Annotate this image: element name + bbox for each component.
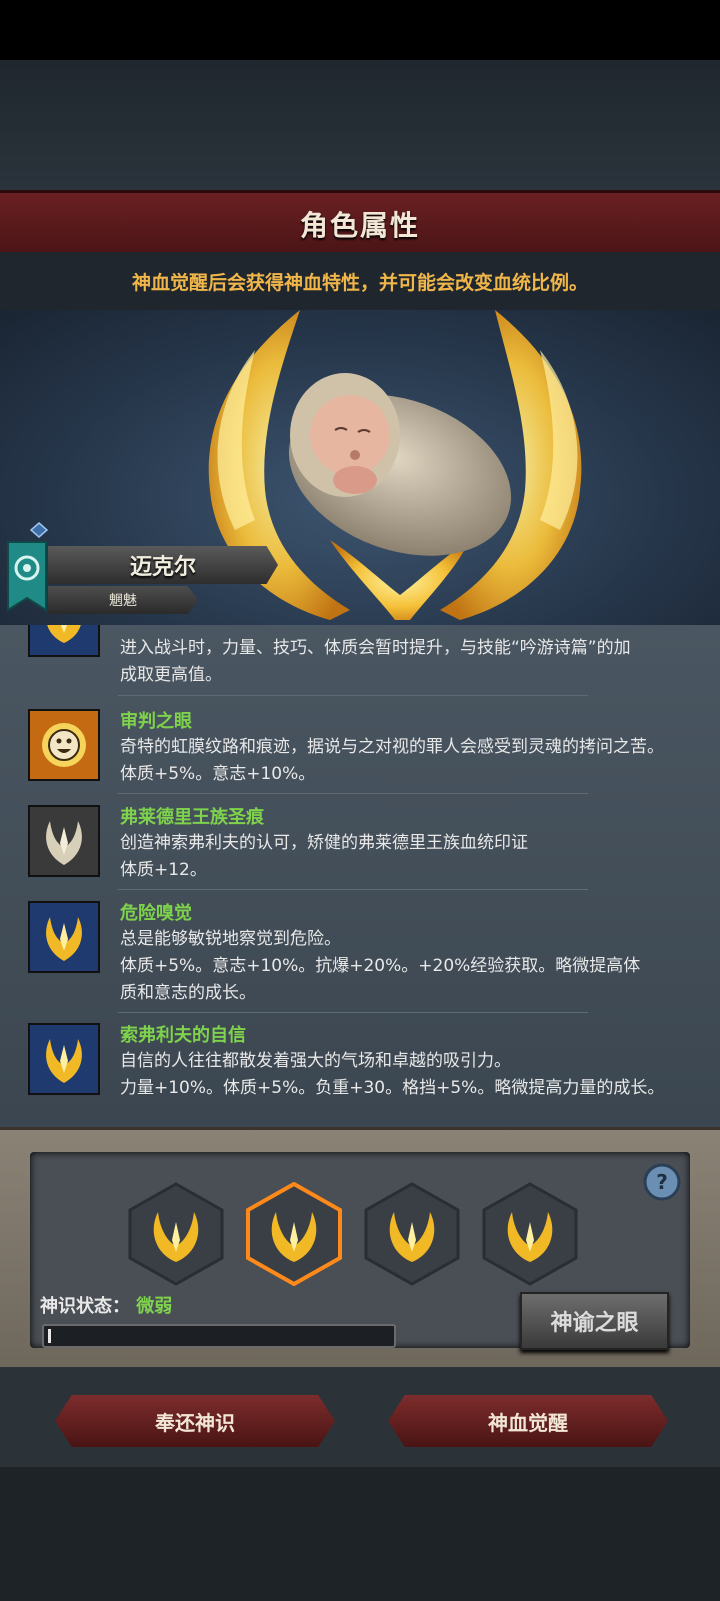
trait-desc: 总是能够敏锐地察觉到危险。 体质+5%。意志+10%。抗爆+20%。+20%经验… — [120, 929, 641, 1003]
return-divine-sense-button[interactable]: 奉还神识 — [55, 1395, 335, 1447]
trait-desc: 创造神索弗利夫的认可，矫健的弗莱德里王族血统印证 体质+12。 — [120, 833, 528, 880]
status-label: 神识状态： — [40, 1296, 130, 1317]
blood-awaken-button[interactable]: 神血觉醒 — [388, 1395, 668, 1447]
rank-icon — [30, 522, 48, 538]
divine-crest-icon — [28, 1023, 100, 1095]
trait-list[interactable]: 进入战斗时，力量、技巧、体质会暂时提升，与技能“吟游诗篇”的加 成取更高值。 审… — [0, 625, 720, 1127]
divider — [118, 889, 588, 890]
divine-slot-2[interactable] — [246, 1182, 342, 1286]
return-button-label: 奉还神识 — [155, 1410, 235, 1435]
divine-sense-progress-bar — [42, 1324, 396, 1348]
trait-desc: 奇特的虹膜纹路和痕迹，据说与之对视的罪人会感受到灵魂的拷问之苦。 体质+5%。意… — [120, 737, 664, 784]
divine-crest-icon — [28, 625, 100, 657]
divider — [118, 1012, 588, 1013]
stigmata-icon — [28, 805, 100, 877]
svg-text:?: ? — [656, 1170, 668, 1194]
page-subtitle: 神血觉醒后会获得神血特性，并可能会改变血统比例。 — [131, 271, 588, 294]
swaddled-baby-icon — [288, 373, 512, 556]
help-icon[interactable]: ? — [642, 1162, 682, 1202]
divine-slot-4[interactable] — [482, 1182, 578, 1286]
subtitle-bar: 神血觉醒后会获得神血特性，并可能会改变血统比例。 — [0, 252, 720, 310]
trait-name: 危险嗅觉 — [120, 903, 192, 924]
oracle-eye-label: 神谕之眼 — [550, 1311, 639, 1336]
trait-name: 弗莱德里王族圣痕 — [120, 807, 264, 828]
divine-slot-3[interactable] — [364, 1182, 460, 1286]
slot-panel: ? 神识状态： 微弱 神谕之眼 — [30, 1152, 690, 1350]
character-name-plate: 迈克尔 魍魅 — [0, 522, 280, 620]
divider — [118, 793, 588, 794]
trait-name: 审判之眼 — [120, 711, 192, 732]
character-trait: 魍魅 — [109, 593, 137, 609]
page-title: 角色属性 — [299, 209, 420, 242]
character-name: 迈克尔 — [129, 555, 196, 580]
trait-name: 索弗利夫的自信 — [120, 1025, 246, 1046]
divider — [118, 695, 588, 696]
divine-sense-panel: ? 神识状态： 微弱 神谕之眼 — [0, 1127, 720, 1370]
title-banner: 角色属性 — [0, 190, 720, 258]
progress-fill — [48, 1329, 51, 1343]
character-trait-bar: 魍魅 — [48, 586, 198, 614]
awaken-button-label: 神血觉醒 — [488, 1410, 568, 1435]
footer: 奉还神识 神血觉醒 — [0, 1367, 720, 1467]
divine-slot-1[interactable] — [128, 1182, 224, 1286]
house-banner-icon — [7, 541, 47, 612]
divine-sense-status: 神识状态： 微弱 — [40, 1292, 172, 1318]
oracle-eye-button[interactable]: 神谕之眼 — [520, 1292, 669, 1350]
name-bar: 迈克尔 — [48, 546, 278, 584]
trait-desc: 进入战斗时，力量、技巧、体质会暂时提升，与技能“吟游诗篇”的加 成取更高值。 — [120, 638, 631, 685]
smiling-sun-icon — [28, 709, 100, 781]
trait-desc: 自信的人往往都散发着强大的气场和卓越的吸引力。 力量+10%。体质+5%。负重+… — [120, 1051, 665, 1098]
divine-crest-icon — [28, 901, 100, 973]
status-value: 微弱 — [136, 1296, 173, 1317]
status-bar — [0, 0, 720, 60]
background-bottom — [0, 1467, 720, 1601]
background-top — [0, 60, 720, 190]
